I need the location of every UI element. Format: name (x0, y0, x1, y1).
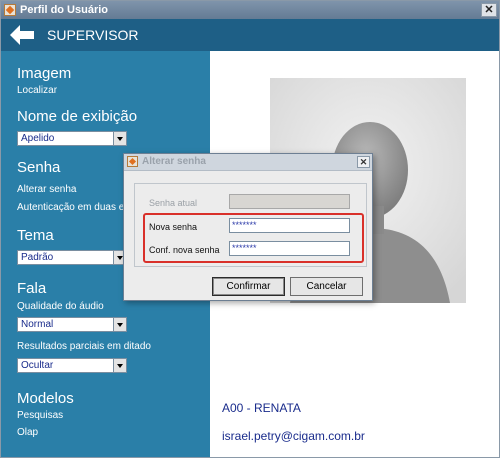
alterar-senha-link[interactable]: Alterar senha (17, 184, 76, 195)
section-tema-heading: Tema (17, 227, 54, 244)
pesquisas-link[interactable]: Pesquisas (17, 410, 63, 421)
nome-exibicao-value: Apelido (21, 133, 55, 144)
olap-link[interactable]: Olap (17, 427, 38, 438)
tema-select[interactable]: Padrão (17, 250, 127, 265)
user-display-name: A00 - RENATA (222, 401, 301, 415)
arrow-left-icon[interactable] (9, 24, 35, 46)
highlight-box (143, 213, 364, 263)
section-imagem-heading: Imagem (17, 65, 72, 82)
chevron-down-icon[interactable] (113, 359, 126, 372)
app-icon (127, 156, 138, 167)
nome-exibicao-select[interactable]: Apelido (17, 131, 127, 146)
app-icon (4, 4, 16, 16)
section-senha-heading: Senha (17, 159, 61, 176)
localizar-link[interactable]: Localizar (17, 85, 57, 96)
chevron-down-icon[interactable] (113, 132, 126, 145)
header-bar: SUPERVISOR (1, 19, 499, 51)
close-button[interactable]: ✕ (481, 3, 497, 17)
section-modelos-heading: Modelos (17, 390, 74, 407)
resultados-parciais-value: Ocultar (21, 360, 54, 371)
confirm-button[interactable]: Confirmar (212, 277, 285, 296)
autenticacao-link[interactable]: Autenticação em duas e (17, 202, 124, 213)
dialog-title-bar: Alterar senha ✕ (124, 154, 372, 171)
title-bar: Perfil do Usuário ✕ (1, 1, 499, 19)
qualidade-audio-label: Qualidade do áudio (17, 301, 104, 312)
chevron-down-icon[interactable] (113, 318, 126, 331)
dialog-title: Alterar senha (142, 156, 206, 167)
section-fala-heading: Fala (17, 280, 47, 297)
change-password-dialog: Alterar senha ✕ Senha atual Nova senha *… (123, 153, 373, 301)
resultados-parciais-select[interactable]: Ocultar (17, 358, 127, 373)
window-title: Perfil do Usuário (20, 4, 109, 16)
senha-atual-label: Senha atual (149, 198, 198, 208)
user-email: israel.petry@cigam.com.br (222, 429, 365, 443)
profile-window: Perfil do Usuário ✕ SUPERVISOR Imagem Lo… (0, 0, 500, 458)
cancel-button[interactable]: Cancelar (290, 277, 363, 296)
qualidade-audio-select[interactable]: Normal (17, 317, 127, 332)
dialog-close-button[interactable]: ✕ (357, 156, 370, 168)
tema-value: Padrão (21, 252, 54, 263)
qualidade-audio-value: Normal (21, 319, 54, 330)
senha-atual-field (229, 194, 350, 209)
resultados-parciais-label: Resultados parciais em ditado (17, 341, 151, 352)
page-title: SUPERVISOR (47, 27, 139, 43)
section-nome-heading: Nome de exibição (17, 108, 138, 125)
